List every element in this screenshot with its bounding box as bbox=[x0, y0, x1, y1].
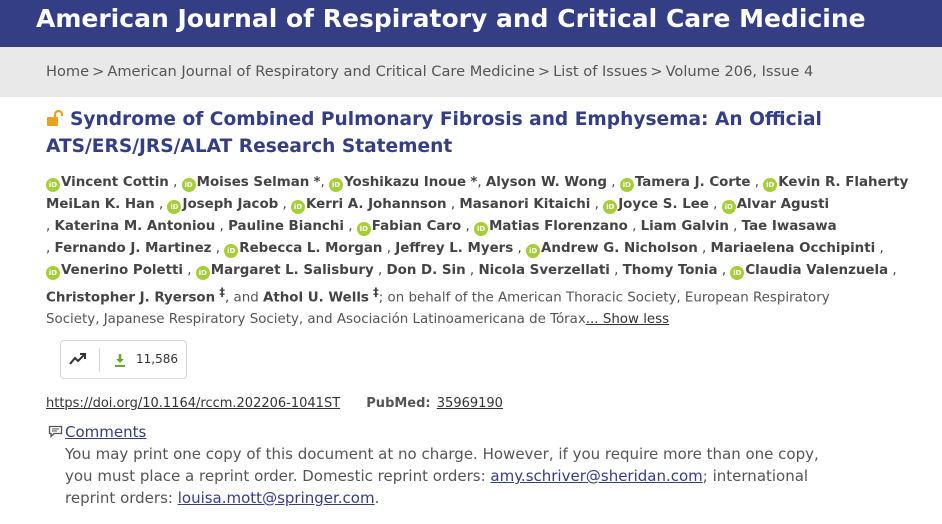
orcid-icon[interactable]: iD bbox=[474, 222, 489, 236]
orcid-icon[interactable]: iD bbox=[619, 178, 634, 192]
trending-up-icon[interactable] bbox=[69, 352, 87, 366]
author-link[interactable]: Joyce S. Lee bbox=[618, 197, 709, 212]
and-text: and bbox=[233, 290, 259, 306]
author-link[interactable]: Alvar Agusti bbox=[737, 197, 829, 212]
comment-icon bbox=[48, 425, 63, 438]
author-link[interactable]: Jeffrey L. Myers bbox=[395, 241, 513, 256]
author-line: iD Venerino Poletti , iD Margaret L. Salis… bbox=[46, 260, 897, 282]
author-link[interactable]: Don D. Sin bbox=[387, 263, 466, 278]
author-link[interactable]: Katerina M. Antoniou bbox=[55, 219, 216, 234]
breadcrumb-home[interactable]: Home bbox=[46, 63, 89, 80]
pubmed-label: PubMed: bbox=[366, 396, 431, 411]
reprint-note: You may print one copy of this document … bbox=[65, 443, 825, 509]
affiliation-text: ; on behalf of the American Thoracic Soc… bbox=[378, 290, 830, 306]
author-line: iD Vincent Cottin , iD Moises Selman *, iD… bbox=[46, 172, 908, 194]
author-link[interactable]: Venerino Poletti bbox=[61, 263, 183, 278]
orcid-icon[interactable]: iD bbox=[46, 178, 60, 192]
breadcrumb-separator: > bbox=[92, 63, 105, 80]
author-link[interactable]: Kerri A. Johannson bbox=[306, 197, 447, 212]
author-link[interactable]: Matias Florenzano bbox=[489, 219, 628, 234]
comments-link[interactable]: Comments bbox=[65, 423, 146, 441]
orcid-icon[interactable]: iD bbox=[291, 200, 306, 214]
doi-row: https://doi.org/10.1164/rccm.202206-1041… bbox=[46, 396, 503, 411]
reprint-text: . bbox=[374, 489, 380, 507]
orcid-icon[interactable]: iD bbox=[526, 244, 541, 258]
author-line: , Fernando J. Martinez , iD Rebecca L. Mo… bbox=[46, 241, 884, 258]
author-link[interactable]: Andrew G. Nicholson bbox=[541, 241, 698, 256]
orcid-icon[interactable]: iD bbox=[721, 200, 736, 214]
breadcrumb-separator: > bbox=[650, 63, 663, 80]
breadcrumb-separator: > bbox=[537, 63, 551, 80]
author-link[interactable]: Vincent Cottin bbox=[61, 175, 169, 190]
author-link[interactable]: Tamera J. Corte bbox=[635, 175, 751, 190]
breadcrumb-trail: Home > American Journal of Respiratory and… bbox=[46, 63, 813, 80]
affiliation-text: Society, Japanese Respiratory Society, a… bbox=[46, 312, 586, 328]
orcid-icon[interactable]: iD bbox=[167, 200, 182, 214]
orcid-icon[interactable]: iD bbox=[763, 178, 778, 192]
breadcrumb-current-issue: Volume 206, Issue 4 bbox=[665, 63, 814, 80]
orcid-icon[interactable]: iD bbox=[195, 266, 210, 280]
author-link[interactable]: Nicola Sverzellati bbox=[478, 263, 609, 278]
download-icon bbox=[115, 354, 125, 367]
breadcrumb-journal[interactable]: American Journal of Respiratory and Crit… bbox=[107, 63, 535, 80]
author-link[interactable]: Masanori Kitaichi bbox=[459, 197, 590, 212]
author-link[interactable]: MeiLan K. Han bbox=[46, 197, 155, 212]
orcid-icon[interactable]: iD bbox=[329, 178, 344, 192]
author-link[interactable]: Tae Iwasawa bbox=[742, 219, 837, 234]
author-link[interactable]: Margaret L. Salisbury bbox=[211, 263, 374, 278]
article-title-block: Syndrome of Combined Pulmonary Fibrosis … bbox=[46, 106, 846, 160]
author-link[interactable]: Fabian Caro bbox=[372, 219, 461, 234]
author-link[interactable]: Alyson W. Wong bbox=[486, 175, 607, 190]
domestic-reprint-email[interactable]: amy.schriver@sheridan.com bbox=[490, 467, 702, 485]
author-link[interactable]: Christopher J. Ryerson bbox=[46, 290, 215, 305]
orcid-icon[interactable]: iD bbox=[46, 266, 60, 280]
orcid-icon[interactable]: iD bbox=[356, 222, 371, 236]
author-line: Society, Japanese Respiratory Society, a… bbox=[46, 309, 846, 331]
international-reprint-email[interactable]: louisa.mott@springer.com bbox=[178, 489, 375, 507]
orcid-icon[interactable]: iD bbox=[603, 200, 618, 214]
author-list: iD Vincent Cottin , iD Moises Selman *, iD… bbox=[46, 172, 908, 331]
author-line: Christopher J. Ryerson ‡, and Athol U. W… bbox=[46, 286, 830, 306]
article-title-line-2: ATS/ERS/JRS/ALAT Research Statement bbox=[46, 136, 453, 157]
article-title-line-1: Syndrome of Combined Pulmonary Fibrosis … bbox=[70, 109, 822, 130]
doi-link[interactable]: https://doi.org/10.1164/rccm.202206-1041… bbox=[46, 396, 340, 411]
metrics-widget: 11,586 bbox=[60, 340, 187, 379]
author-line: , Katerina M. Antoniou , Pauline Bianchi… bbox=[46, 219, 837, 236]
pubmed-link[interactable]: 35969190 bbox=[437, 396, 503, 411]
orcid-icon[interactable]: iD bbox=[224, 244, 239, 258]
author-link[interactable]: Athol U. Wells bbox=[263, 290, 369, 305]
author-link[interactable]: Claudia Valenzuela bbox=[745, 263, 888, 278]
open-access-lock-icon bbox=[47, 110, 64, 126]
author-link[interactable]: Yoshikazu Inoue bbox=[344, 175, 466, 190]
breadcrumb-issues[interactable]: List of Issues bbox=[553, 63, 647, 80]
author-mark: * bbox=[313, 175, 321, 190]
author-link[interactable]: Rebecca L. Morgan bbox=[239, 241, 382, 256]
author-link[interactable]: Fernando J. Martinez bbox=[55, 241, 212, 256]
orcid-icon[interactable]: iD bbox=[730, 266, 745, 280]
orcid-icon[interactable]: iD bbox=[181, 178, 196, 192]
author-link[interactable]: Pauline Bianchi bbox=[228, 219, 344, 234]
author-link[interactable]: Thomy Tonia bbox=[623, 263, 718, 278]
journal-header: American Journal of Respiratory and Crit… bbox=[0, 0, 942, 47]
download-count: 11,586 bbox=[136, 352, 178, 366]
author-link[interactable]: Kevin R. Flaherty bbox=[778, 175, 908, 190]
author-link[interactable]: Liam Galvin bbox=[641, 219, 729, 234]
author-line: MeiLan K. Han , iD Joseph Jacob , iD Kerri… bbox=[46, 197, 830, 214]
author-link[interactable]: Moises Selman bbox=[197, 175, 310, 190]
metrics-divider bbox=[99, 348, 100, 372]
author-link[interactable]: Joseph Jacob bbox=[182, 197, 278, 212]
show-less-link[interactable]: ... Show less bbox=[586, 312, 669, 327]
author-link[interactable]: Mariaelena Occhipinti bbox=[711, 241, 876, 256]
article-title: Syndrome of Combined Pulmonary Fibrosis … bbox=[46, 106, 836, 160]
breadcrumb: Home > American Journal of Respiratory and… bbox=[0, 47, 942, 97]
journal-title[interactable]: American Journal of Respiratory and Crit… bbox=[36, 4, 866, 33]
